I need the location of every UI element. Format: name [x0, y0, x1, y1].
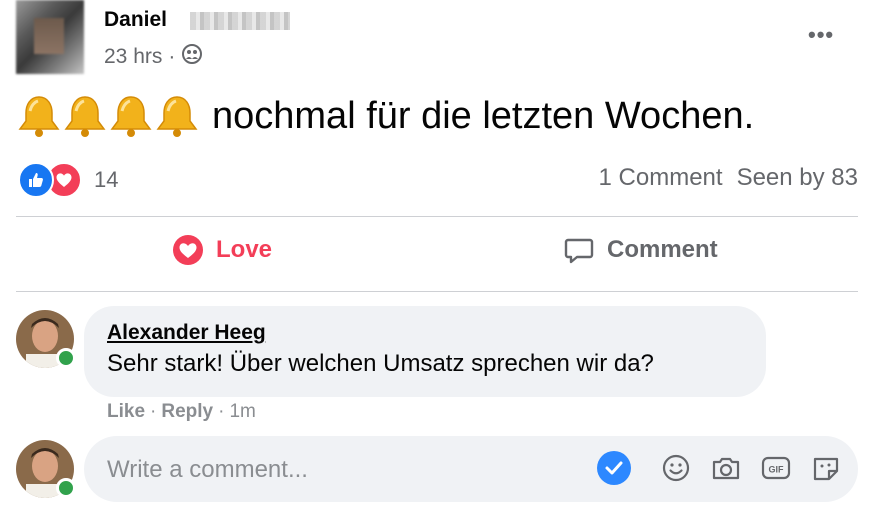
seen-count[interactable]: Seen by 83 — [737, 164, 858, 192]
bell-icon — [110, 96, 152, 137]
divider-bottom — [16, 291, 858, 292]
divider-top — [16, 216, 858, 217]
svg-text:GIF: GIF — [769, 465, 785, 475]
write-comment-input[interactable] — [107, 455, 577, 485]
emoji-icon[interactable] — [659, 451, 693, 485]
like-icon — [18, 162, 54, 198]
online-status-dot — [56, 348, 76, 368]
bell-icon — [18, 96, 60, 137]
comment-author[interactable]: Alexander Heeg — [107, 321, 266, 345]
friends-audience-icon[interactable] — [181, 43, 203, 71]
bell-icon — [64, 96, 106, 137]
poster-avatar[interactable] — [16, 0, 84, 74]
comment-label: Comment — [607, 236, 718, 263]
post-stats: 1 Comment Seen by 83 — [599, 164, 858, 192]
comment-button[interactable]: Comment — [563, 234, 718, 266]
post-options-button[interactable]: ••• — [808, 22, 834, 48]
meta-separator: · — [168, 45, 176, 68]
gif-icon[interactable]: GIF — [759, 451, 793, 485]
reaction-count: 14 — [94, 167, 119, 192]
poster-name[interactable]: Daniel — [104, 8, 167, 32]
comment-text: Sehr stark! Über welchen Umsatz sprechen… — [107, 350, 654, 377]
camera-icon[interactable] — [709, 451, 743, 485]
check-icon[interactable] — [597, 451, 631, 485]
comment-separator: · — [150, 401, 157, 422]
comment-separator: · — [218, 401, 225, 422]
post-time[interactable]: 23 hrs — [104, 45, 162, 69]
comment-like-link[interactable]: Like — [107, 401, 145, 423]
bell-icon — [156, 96, 198, 137]
comment-reply-link[interactable]: Reply — [161, 401, 213, 423]
redacted-surname — [190, 12, 290, 30]
bell-emoji-group — [16, 93, 200, 139]
post-text: nochmal für die letzten Wochen. — [212, 94, 755, 137]
love-heart-icon — [172, 234, 204, 266]
comment-actions: Like · Reply · 1m — [107, 401, 256, 423]
sticker-icon[interactable] — [809, 451, 843, 485]
love-button[interactable]: Love — [172, 234, 272, 266]
love-label: Love — [216, 236, 273, 263]
comment-bubble-icon — [563, 234, 595, 266]
reaction-summary[interactable]: 14 — [18, 162, 118, 198]
post-body: nochmal für die letzten Wochen. — [16, 93, 754, 139]
online-status-dot — [56, 478, 76, 498]
comment-count[interactable]: 1 Comment — [599, 164, 723, 192]
post-meta: 23 hrs · — [104, 43, 203, 71]
comment-time[interactable]: 1m — [229, 401, 255, 423]
